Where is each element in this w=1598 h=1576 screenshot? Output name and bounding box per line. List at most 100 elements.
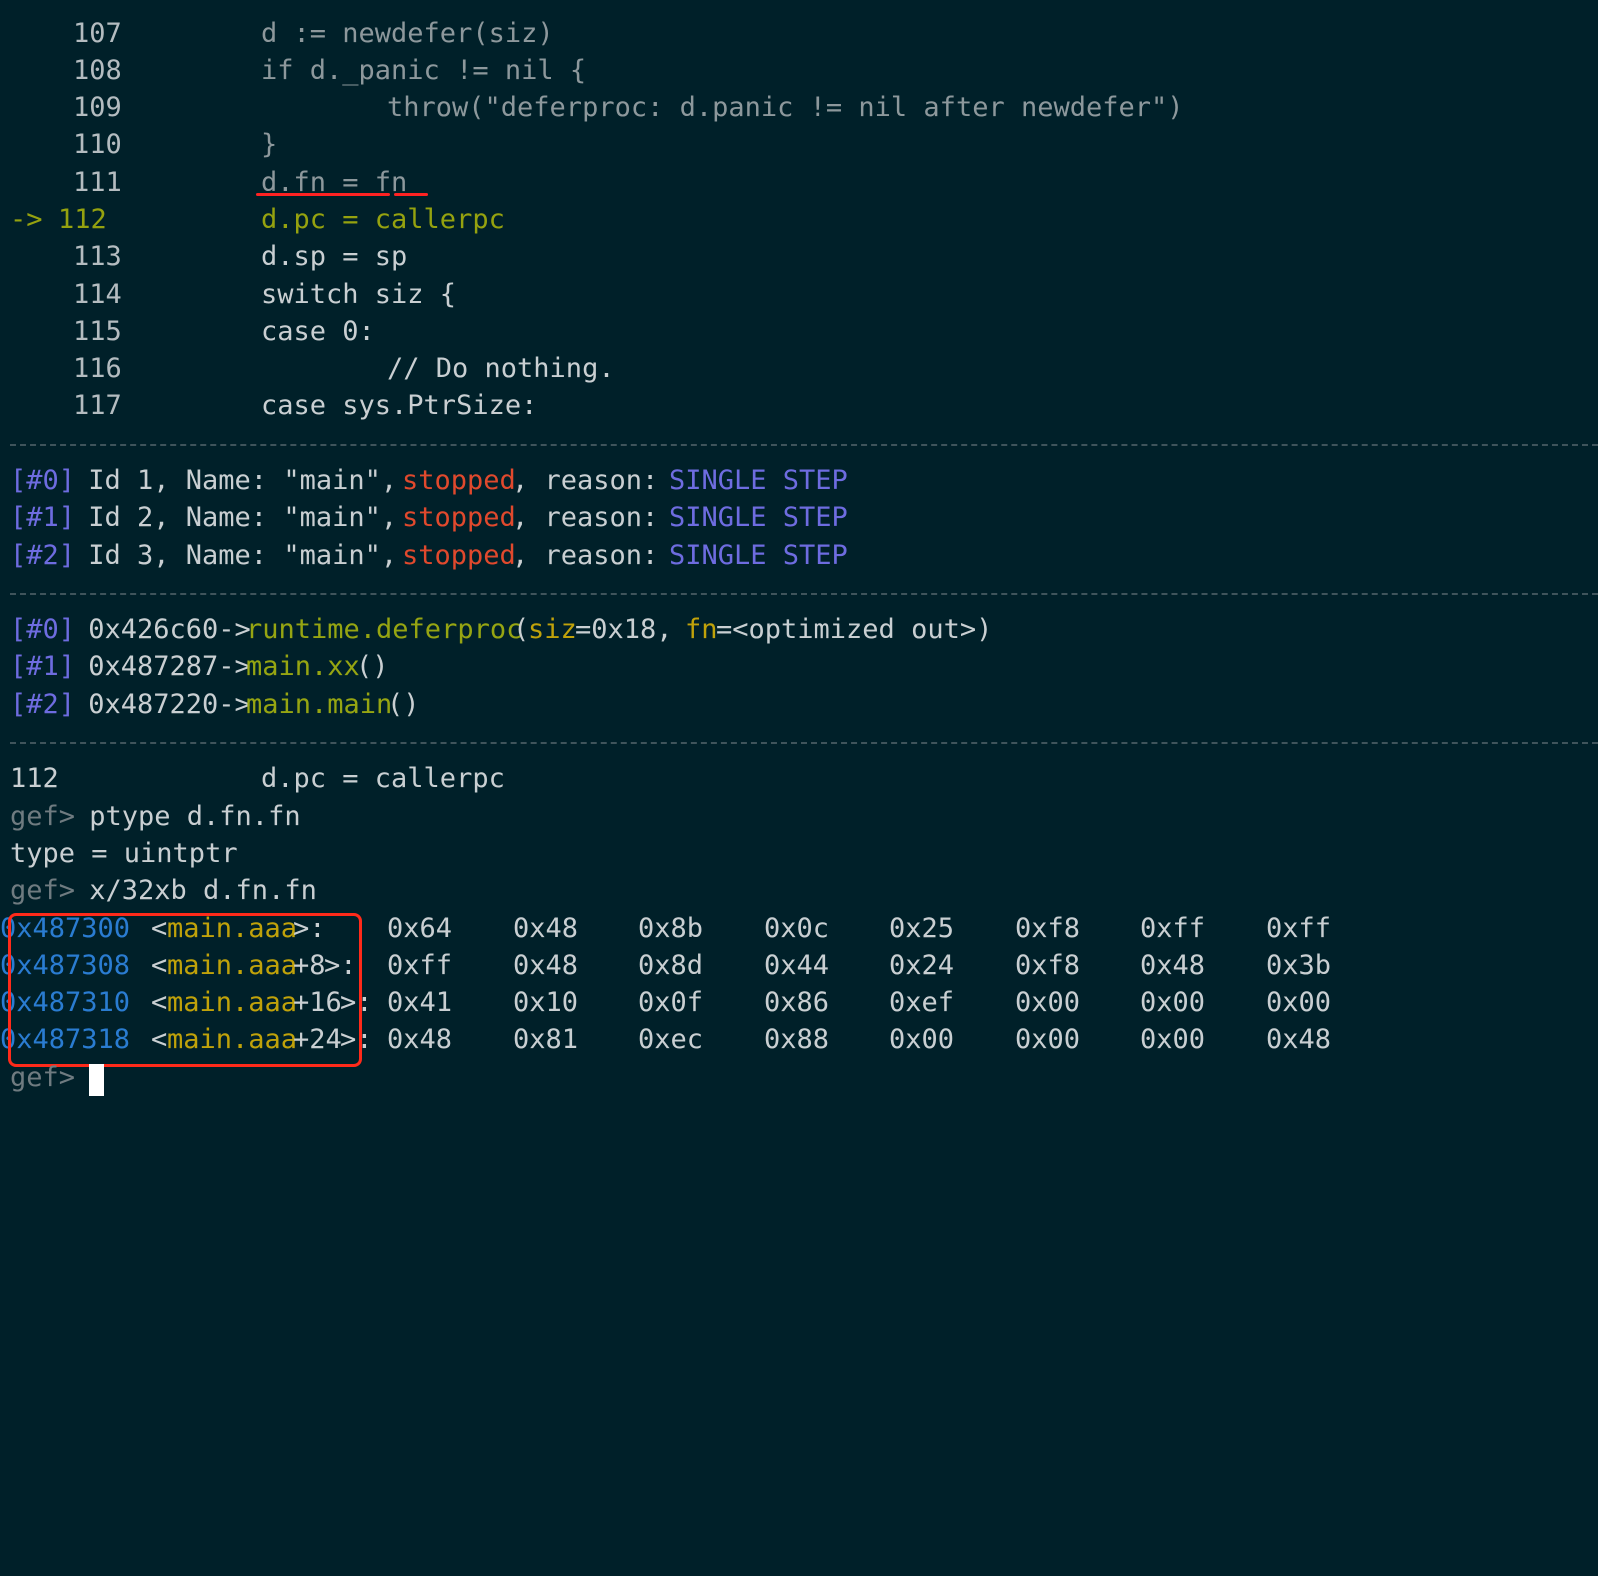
thread-state: stopped — [402, 540, 516, 571]
thread-entry: [#0] Id 1, Name: "main", stopped, reason… — [10, 462, 848, 499]
memory-byte: 0x0c — [764, 913, 830, 944]
memory-byte: 0x25 — [889, 913, 955, 944]
source-line: 110 } — [10, 126, 277, 163]
frame-arg-value: =<optimized out>) — [716, 614, 993, 645]
memory-byte: 0x8b — [638, 913, 704, 944]
source-line: 111 d.fn = fn — [10, 164, 407, 201]
frame-address: 0x487287-> — [72, 651, 251, 682]
current-line-echo: 112 d.pc = callerpc — [10, 760, 505, 797]
thread-reason: SINGLE STEP — [669, 465, 848, 496]
line-number: 108 — [73, 55, 122, 86]
line-number: 114 — [73, 279, 122, 310]
thread-reason-label: , reason: — [512, 502, 675, 533]
source-line: 107 d := newdefer(siz) — [10, 15, 554, 52]
line-number: 112 — [10, 763, 59, 794]
source-line: 117 case sys.PtrSize: — [10, 387, 537, 424]
thread-index: [#0] — [10, 465, 76, 496]
thread-index: [#2] — [10, 540, 76, 571]
gef-prompt: gef> — [10, 875, 76, 906]
frame-function: main.main — [246, 689, 393, 720]
frame-function: runtime.deferproc — [246, 614, 523, 645]
memory-byte: 0xff — [1266, 913, 1332, 944]
line-number: 110 — [73, 129, 122, 160]
frame-arg-value: =0x18, — [575, 614, 689, 645]
source-code: d.pc = callerpc — [261, 204, 505, 235]
memory-byte: 0xf8 — [1015, 913, 1081, 944]
terminal-window: 107 d := newdefer(siz) 108 if d._panic !… — [0, 0, 1598, 1126]
frame-address: 0x487220-> — [72, 689, 251, 720]
source-code: d := newdefer(siz) — [261, 18, 554, 49]
memory-byte: 0x48 — [387, 1024, 453, 1055]
memory-byte: 0xff — [387, 950, 453, 981]
memory-byte: 0xf8 — [1015, 950, 1081, 981]
memory-byte: 0x00 — [1140, 1024, 1206, 1055]
red-underline-annotation — [394, 193, 428, 196]
gef-prompt: gef> — [10, 801, 76, 832]
memory-byte: 0x8d — [638, 950, 704, 981]
thread-reason: SINGLE STEP — [669, 502, 848, 533]
line-number: 107 — [73, 18, 122, 49]
memory-byte: 0x88 — [764, 1024, 830, 1055]
command-line: gef> x/32xb d.fn.fn — [10, 872, 317, 909]
memory-byte: 0x00 — [1015, 1024, 1081, 1055]
trace-entry: [#2] 0x487220-> main.main() — [10, 686, 420, 723]
source-line: 116 // Do nothing. — [10, 350, 615, 387]
section-divider — [10, 742, 1598, 744]
line-number: 113 — [73, 241, 122, 272]
line-number: 111 — [73, 167, 122, 198]
memory-byte: 0x86 — [764, 987, 830, 1018]
memory-byte: 0x48 — [1266, 1024, 1332, 1055]
source-line: 113 d.sp = sp — [10, 238, 407, 275]
memory-byte: 0x24 — [889, 950, 955, 981]
red-highlight-box — [8, 913, 362, 1067]
section-divider — [10, 593, 1598, 595]
memory-byte: 0x44 — [764, 950, 830, 981]
source-code: d.sp = sp — [261, 241, 408, 272]
command-line: gef> ptype d.fn.fn — [10, 798, 301, 835]
command-output: type = uintptr — [10, 835, 238, 872]
memory-byte: 0x00 — [889, 1024, 955, 1055]
memory-byte: 0x10 — [513, 987, 579, 1018]
memory-byte: 0x48 — [513, 950, 579, 981]
thread-entry: [#1] Id 2, Name: "main", stopped, reason… — [10, 499, 848, 536]
source-code: // Do nothing. — [387, 353, 615, 384]
source-code: switch siz { — [261, 279, 457, 310]
frame-paren: () — [356, 651, 389, 682]
thread-entry: [#2] Id 3, Name: "main", stopped, reason… — [10, 537, 848, 574]
thread-reason-label: , reason: — [512, 465, 675, 496]
red-underline-annotation — [256, 193, 390, 196]
trace-entry: [#0] 0x426c60-> runtime.deferproc(siz =0x1… — [10, 611, 992, 648]
frame-paren: ( — [513, 614, 530, 645]
gef-prompt: gef> — [10, 1062, 76, 1093]
command-text: ptype d.fn.fn — [73, 801, 301, 832]
thread-reason: SINGLE STEP — [669, 540, 848, 571]
thread-info: Id 3, Name: "main", — [72, 540, 414, 571]
frame-index: [#2] — [10, 689, 76, 720]
frame-arg-name: fn — [685, 614, 718, 645]
thread-state: stopped — [402, 465, 516, 496]
line-number: 116 — [73, 353, 122, 384]
thread-reason-label: , reason: — [512, 540, 675, 571]
line-number: 109 — [73, 92, 122, 123]
memory-byte: 0x0f — [638, 987, 704, 1018]
memory-byte: 0x00 — [1266, 987, 1332, 1018]
text-cursor[interactable] — [89, 1064, 104, 1096]
source-code: case 0: — [261, 316, 375, 347]
current-line-arrow: -> — [10, 204, 43, 235]
source-line: 108 if d._panic != nil { — [10, 52, 586, 89]
memory-byte: 0x64 — [387, 913, 453, 944]
thread-info: Id 2, Name: "main", — [72, 502, 414, 533]
source-code: d.pc = callerpc — [261, 763, 505, 794]
memory-byte: 0x48 — [1140, 950, 1206, 981]
line-number: 115 — [73, 316, 122, 347]
thread-state: stopped — [402, 502, 516, 533]
memory-byte: 0xff — [1140, 913, 1206, 944]
memory-byte: 0x3b — [1266, 950, 1332, 981]
source-code: if d._panic != nil { — [261, 55, 587, 86]
memory-byte: 0xef — [889, 987, 955, 1018]
memory-byte: 0x81 — [513, 1024, 579, 1055]
line-number: 117 — [73, 390, 122, 421]
source-code: } — [261, 129, 278, 160]
source-line: 115 case 0: — [10, 313, 375, 350]
memory-byte: 0x00 — [1140, 987, 1206, 1018]
